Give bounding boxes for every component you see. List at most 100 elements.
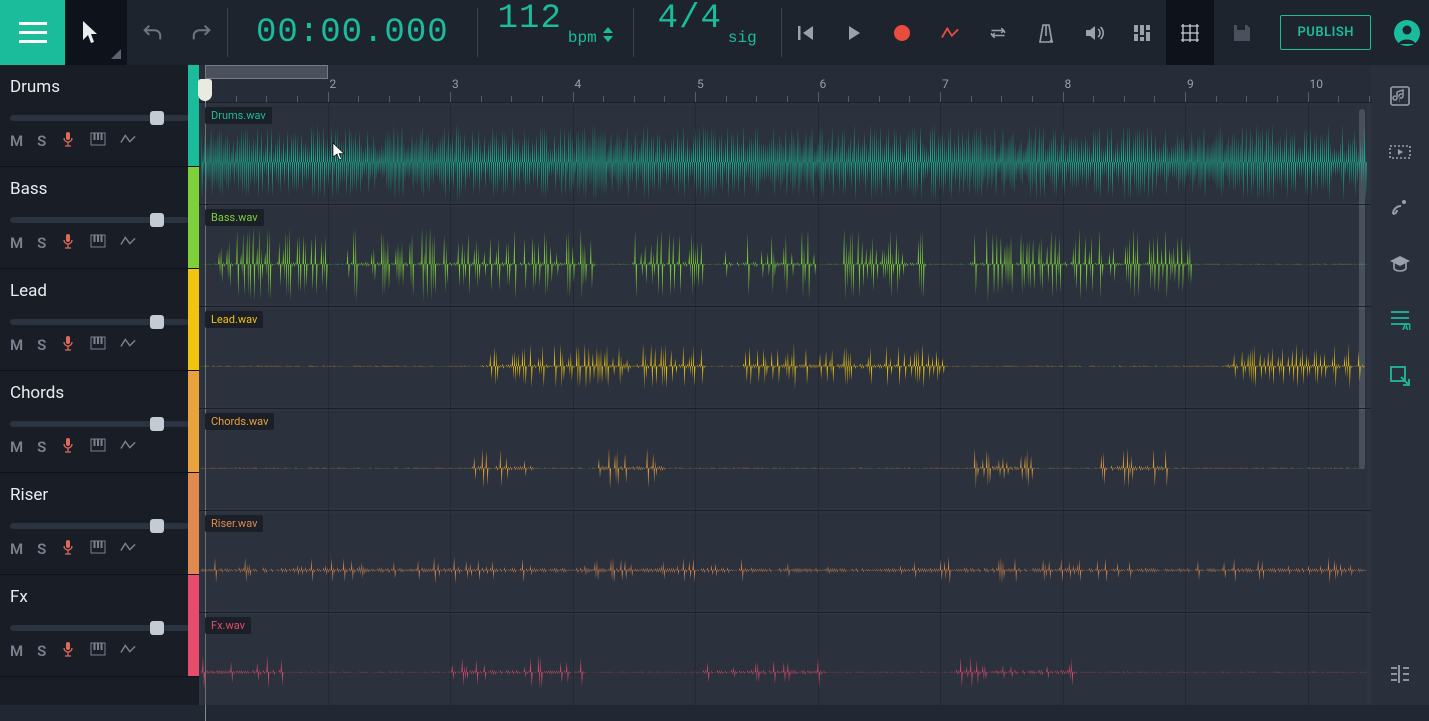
tempo-display[interactable]: 112 bpm (478, 0, 633, 65)
clip-label: Lead.wav (205, 311, 263, 328)
record-button[interactable] (878, 0, 926, 65)
pointer-tool[interactable] (65, 0, 127, 65)
automation-icon[interactable] (120, 641, 136, 661)
track-row[interactable]: Fx.wav (199, 613, 1371, 705)
solo-button[interactable]: S (37, 642, 46, 660)
audio-clip[interactable]: Bass.wav (201, 207, 1367, 304)
mute-button[interactable]: M (10, 234, 23, 252)
track-header[interactable]: Bass M S (0, 167, 199, 269)
master-volume-button[interactable] (1070, 0, 1118, 65)
learn-icon[interactable] (1387, 251, 1413, 277)
bar-number: 6 (820, 77, 827, 91)
track-header[interactable]: Fx M S (0, 575, 199, 677)
track-name-label: Riser (10, 485, 189, 505)
instrument-icon[interactable] (90, 539, 106, 559)
save-button[interactable] (1218, 0, 1266, 65)
mute-button[interactable]: M (10, 642, 23, 660)
track-header[interactable]: Riser M S (0, 473, 199, 575)
timesig-value: 4/4 (658, 0, 722, 38)
waveform (201, 633, 1367, 705)
track-row[interactable]: Riser.wav (199, 511, 1371, 613)
time-signature-display[interactable]: 4/4 sig (634, 0, 781, 65)
volume-slider[interactable] (10, 421, 189, 427)
instrument-icon[interactable] (90, 131, 106, 151)
user-account-icon[interactable] (1385, 0, 1429, 65)
automation-icon[interactable] (120, 335, 136, 355)
rewind-button[interactable] (782, 0, 830, 65)
playhead[interactable] (198, 79, 212, 101)
timesig-unit: sig (728, 19, 757, 47)
clips-icon[interactable] (1387, 139, 1413, 165)
instrument-icon[interactable] (90, 335, 106, 355)
instrument-icon[interactable] (90, 233, 106, 253)
snap-grid-button[interactable] (1166, 0, 1214, 65)
volume-slider[interactable] (10, 625, 189, 631)
mute-button[interactable]: M (10, 540, 23, 558)
main-menu-button[interactable] (0, 0, 65, 65)
volume-slider[interactable] (10, 523, 189, 529)
volume-slider[interactable] (10, 319, 189, 325)
transport-controls (782, 0, 1022, 65)
mute-button[interactable]: M (10, 438, 23, 456)
arm-record-icon[interactable] (60, 131, 76, 151)
automation-icon[interactable] (120, 437, 136, 457)
audio-clip[interactable]: Chords.wav (201, 411, 1367, 508)
time-display[interactable]: 00:00.000 (228, 0, 477, 65)
collab-icon[interactable] (1387, 195, 1413, 221)
metronome-button[interactable] (1022, 0, 1070, 65)
audio-clip[interactable]: Fx.wav (201, 615, 1367, 705)
automation-icon[interactable] (120, 233, 136, 253)
tempo-spinner[interactable] (603, 23, 613, 42)
timeline-ruler[interactable]: 12345678910 (199, 65, 1371, 103)
toggle-panels-icon[interactable] (1387, 661, 1413, 687)
audio-clip[interactable]: Lead.wav (201, 309, 1367, 406)
undo-button[interactable] (127, 0, 177, 65)
waveform (201, 531, 1367, 609)
loop-button[interactable] (974, 0, 1022, 65)
mixer-button[interactable] (1118, 0, 1166, 65)
audio-clip[interactable]: Drums.wav (201, 105, 1367, 202)
track-header[interactable]: Lead M S (0, 269, 199, 371)
mute-button[interactable]: M (10, 132, 23, 150)
instrument-icon[interactable] (90, 437, 106, 457)
automation-icon[interactable] (120, 131, 136, 151)
solo-button[interactable]: S (37, 540, 46, 558)
audio-clip[interactable]: Riser.wav (201, 513, 1367, 610)
solo-button[interactable]: S (37, 438, 46, 456)
automation-button[interactable] (926, 0, 974, 65)
track-row[interactable]: Drums.wav (199, 103, 1371, 205)
header-tools (1022, 0, 1214, 65)
track-row[interactable]: Bass.wav (199, 205, 1371, 307)
arm-record-icon[interactable] (60, 335, 76, 355)
export-icon[interactable] (1387, 363, 1413, 389)
ai-tools-icon[interactable]: AI (1387, 307, 1413, 333)
track-row[interactable]: Chords.wav (199, 409, 1371, 511)
arm-record-icon[interactable] (60, 641, 76, 661)
track-name-label: Chords (10, 383, 189, 403)
automation-icon[interactable] (120, 539, 136, 559)
bar-number: 10 (1310, 77, 1324, 91)
track-header[interactable]: Chords M S (0, 371, 199, 473)
arm-record-icon[interactable] (60, 233, 76, 253)
arm-record-icon[interactable] (60, 539, 76, 559)
track-name-label: Bass (10, 179, 189, 199)
instrument-icon[interactable] (90, 641, 106, 661)
track-row[interactable]: Lead.wav (199, 307, 1371, 409)
solo-button[interactable]: S (37, 336, 46, 354)
volume-slider[interactable] (10, 217, 189, 223)
bar-number: 3 (452, 77, 459, 91)
arm-record-icon[interactable] (60, 437, 76, 457)
mute-button[interactable]: M (10, 336, 23, 354)
tracks-viewport[interactable]: Drums.wavBass.wav Lead.wav Chords.wav Riser… (199, 103, 1371, 705)
redo-button[interactable] (177, 0, 227, 65)
clip-label: Riser.wav (205, 515, 263, 532)
track-header[interactable]: Drums M S (0, 65, 199, 167)
solo-button[interactable]: S (37, 234, 46, 252)
solo-button[interactable]: S (37, 132, 46, 150)
publish-button[interactable]: PUBLISH (1280, 15, 1371, 50)
volume-slider[interactable] (10, 115, 189, 121)
timeline-area[interactable]: 12345678910 Drums.wavBass.wav Lead.wav Cho… (199, 65, 1371, 705)
play-button[interactable] (830, 0, 878, 65)
waveform (201, 123, 1367, 201)
loop-region[interactable] (205, 65, 328, 79)
